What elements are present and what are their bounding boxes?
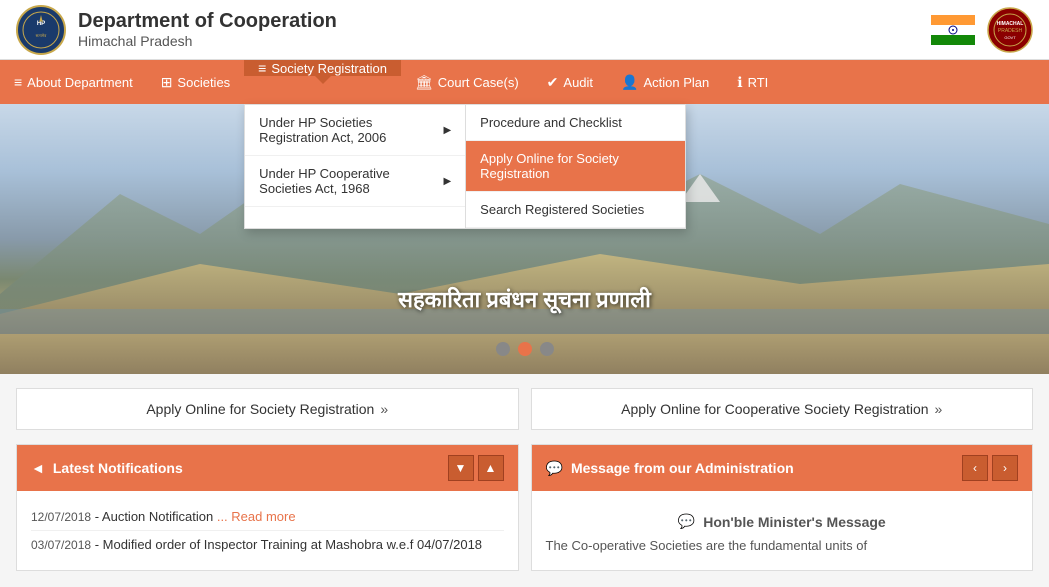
nav-action-plan[interactable]: 👤 Action Plan xyxy=(607,60,723,104)
nav-society-reg-wrapper: ≡ Society Registration Under HP Societie… xyxy=(244,60,401,104)
nav-rti[interactable]: ℹ RTI xyxy=(723,60,782,104)
hp-seal-icon: HIMACHAL PRADESH GOVT xyxy=(987,7,1033,53)
grid-icon: ⊞ xyxy=(161,74,173,91)
notifications-header-left: ◄ Latest Notifications xyxy=(31,460,183,476)
dropdown-procedure[interactable]: Procedure and Checklist xyxy=(466,105,685,141)
message-prev-btn[interactable]: ‹ xyxy=(962,455,988,481)
check-icon: ✔ xyxy=(547,74,559,91)
nav-society-reg-label: Society Registration xyxy=(271,61,387,76)
notifications-up-btn[interactable]: ▲ xyxy=(478,455,504,481)
message-next-btn[interactable]: › xyxy=(992,455,1018,481)
msg-content: The Co-operative Societies are the funda… xyxy=(546,536,1019,556)
quick-link-society-reg[interactable]: Apply Online for Society Registration » xyxy=(16,388,519,430)
notifications-controls: ▼ ▲ xyxy=(448,455,504,481)
message-panel-title: Message from our Administration xyxy=(571,460,794,476)
dept-name: Department of Cooperation xyxy=(78,10,337,33)
notification-date-2: 03/07/2018 xyxy=(31,538,91,552)
notification-text-2: Modified order of Inspector Training at … xyxy=(103,537,482,552)
quick-link-coop-reg[interactable]: Apply Online for Cooperative Society Reg… xyxy=(531,388,1034,430)
quick-links-row: Apply Online for Society Registration » … xyxy=(0,374,1049,444)
carousel-dot-1[interactable] xyxy=(496,342,510,356)
notifications-header: ◄ Latest Notifications ▼ ▲ xyxy=(17,445,518,491)
msg-minister-label: Hon'ble Minister's Message xyxy=(703,514,886,530)
nav-societies-label: Societies xyxy=(177,75,230,90)
double-arrow-icon-1: » xyxy=(380,401,388,417)
dropdown-hp-societies[interactable]: Under HP Societies Registration Act, 200… xyxy=(245,105,465,156)
nav-audit-label: Audit xyxy=(563,75,593,90)
svg-text:HIMACHAL: HIMACHAL xyxy=(997,21,1024,27)
carousel-dots xyxy=(496,342,554,356)
nav-court-cases[interactable]: 🏛 Court Case(s) xyxy=(401,60,533,104)
court-icon: 🏛 xyxy=(415,74,433,91)
navbar: ≡ About Department ⊞ Societies ≡ Society… xyxy=(0,60,1049,104)
info-icon: ℹ xyxy=(737,74,742,91)
dropdown-apply-online[interactable]: Apply Online for Society Registration xyxy=(466,141,685,192)
nav-society-reg[interactable]: ≡ Society Registration xyxy=(244,60,401,76)
dropdown-procedure-label: Procedure and Checklist xyxy=(480,115,622,130)
notification-separator-1: - xyxy=(95,509,102,524)
svg-text:HP: HP xyxy=(37,21,45,27)
dropdown-col-1: Under HP Societies Registration Act, 200… xyxy=(245,105,465,228)
nav-societies[interactable]: ⊞ Societies xyxy=(147,60,244,104)
notifications-panel: ◄ Latest Notifications ▼ ▲ 12/07/2018 - … xyxy=(16,444,519,571)
header-right: HIMACHAL PRADESH GOVT xyxy=(931,7,1033,53)
message-panel: 💬 Message from our Administration ‹ › 💬 … xyxy=(531,444,1034,571)
quick-link-coop-label: Apply Online for Cooperative Society Reg… xyxy=(621,401,928,417)
notification-item-1: 12/07/2018 - Auction Notification ... Re… xyxy=(31,503,504,531)
nav-about[interactable]: ≡ About Department xyxy=(0,60,147,104)
hero-tagline: सहकारिता प्रबंधन सूचना प्रणाली xyxy=(398,284,651,314)
notifications-title: Latest Notifications xyxy=(53,460,183,476)
carousel-dot-3[interactable] xyxy=(540,342,554,356)
message-header-left: 💬 Message from our Administration xyxy=(546,460,794,477)
dropdown-col-2: Procedure and Checklist Apply Online for… xyxy=(465,105,685,228)
nav-about-label: About Department xyxy=(27,75,133,90)
dropdown-hp-coop-label: Under HP Cooperative Societies Act, 1968 xyxy=(259,166,443,196)
header-title: Department of Cooperation Himachal Prade… xyxy=(78,10,337,49)
notification-readmore-1[interactable]: ... Read more xyxy=(217,509,296,524)
chevron-right-icon: ▶ xyxy=(443,125,451,136)
notifications-body: 12/07/2018 - Auction Notification ... Re… xyxy=(17,491,518,570)
notification-separator-2: - xyxy=(95,537,103,552)
notification-triangle-icon: ◄ xyxy=(31,460,45,476)
dropdown-hp-societies-label: Under HP Societies Registration Act, 200… xyxy=(259,115,443,145)
notification-item-2: 03/07/2018 - Modified order of Inspector… xyxy=(31,531,504,558)
dropdown-search-label: Search Registered Societies xyxy=(480,202,644,217)
msg-minister-title: 💬 Hon'ble Minister's Message xyxy=(546,503,1019,536)
notification-date-1: 12/07/2018 xyxy=(31,510,91,524)
nav-court-label: Court Case(s) xyxy=(438,75,519,90)
notification-text-1: Auction Notification xyxy=(102,509,213,524)
hp-emblem-logo: HP सत्यमेव xyxy=(16,5,66,55)
hamburger-icon: ≡ xyxy=(14,74,22,90)
society-reg-dropdown: Under HP Societies Registration Act, 200… xyxy=(244,104,686,229)
header: HP सत्यमेव Department of Cooperation Him… xyxy=(0,0,1049,60)
carousel-dot-2[interactable] xyxy=(518,342,532,356)
list-icon: ≡ xyxy=(258,60,266,76)
bottom-panels: ◄ Latest Notifications ▼ ▲ 12/07/2018 - … xyxy=(0,444,1049,587)
msg-icon: 💬 xyxy=(678,513,695,530)
nav-action-plan-label: Action Plan xyxy=(643,75,709,90)
nav-rti-label: RTI xyxy=(748,75,769,90)
india-flag-icon xyxy=(931,15,975,45)
dropdown-apply-online-label: Apply Online for Society Registration xyxy=(480,151,671,181)
quick-link-society-label: Apply Online for Society Registration xyxy=(146,401,374,417)
svg-text:GOVT: GOVT xyxy=(1004,35,1016,40)
chevron-right-icon-2: ▶ xyxy=(443,176,451,187)
message-header: 💬 Message from our Administration ‹ › xyxy=(532,445,1033,491)
dropdown-hp-coop[interactable]: Under HP Cooperative Societies Act, 1968… xyxy=(245,156,465,207)
notifications-down-btn[interactable]: ▼ xyxy=(448,455,474,481)
svg-text:PRADESH: PRADESH xyxy=(998,28,1023,34)
double-arrow-icon-2: » xyxy=(935,401,943,417)
message-controls: ‹ › xyxy=(962,455,1018,481)
state-name: Himachal Pradesh xyxy=(78,33,337,49)
message-body: 💬 Hon'ble Minister's Message The Co-oper… xyxy=(532,491,1033,568)
svg-text:सत्यमेव: सत्यमेव xyxy=(36,33,48,38)
dropdown-search[interactable]: Search Registered Societies xyxy=(466,192,685,228)
person-icon: 👤 xyxy=(621,74,638,91)
message-chat-icon: 💬 xyxy=(546,460,563,477)
nav-audit[interactable]: ✔ Audit xyxy=(533,60,607,104)
